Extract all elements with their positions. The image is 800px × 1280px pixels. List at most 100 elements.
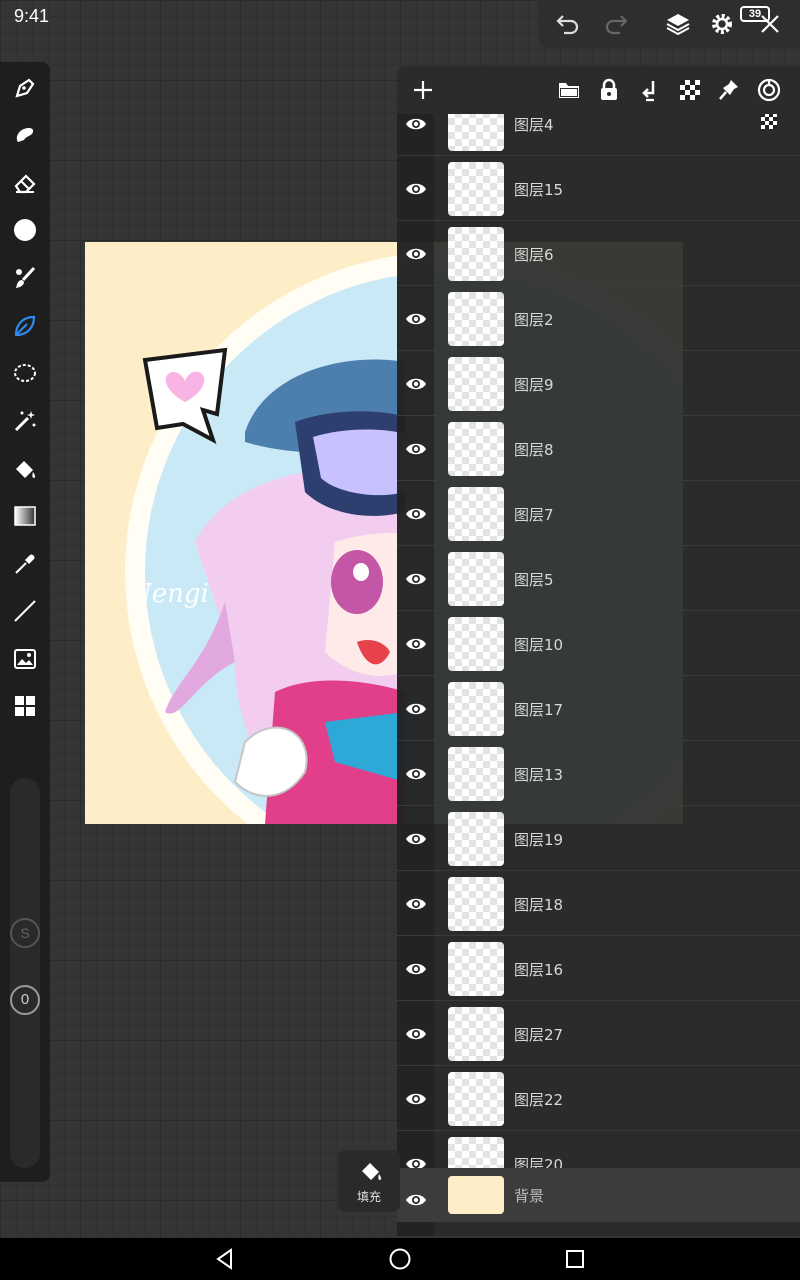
recents-icon[interactable] [563,1247,587,1271]
pen-icon[interactable] [9,72,41,104]
close-icon[interactable] [756,10,784,38]
merge-down-icon[interactable] [636,76,664,104]
layer-name: 图层18 [514,896,564,914]
eye-icon[interactable] [405,244,427,264]
navigation-bar [0,1238,800,1280]
layer-thumbnail [448,1007,504,1061]
eye-icon[interactable] [405,894,427,914]
grid-icon[interactable] [9,690,41,722]
layer-row[interactable]: 图层4 [397,114,800,156]
folder-icon[interactable] [555,76,583,104]
layer-row[interactable]: 图层13 [397,742,800,806]
eye-icon[interactable] [405,1024,427,1044]
eye-icon[interactable] [405,764,427,784]
layer-thumbnail [448,812,504,866]
fill-label: 填充 [356,1190,381,1204]
layer-thumbnail [448,1072,504,1126]
magic-wand-icon[interactable] [9,405,41,437]
fill-bucket-icon[interactable] [9,453,41,485]
layer-list: 图层4 图层15 图层6 图层2 图层9 图层8 图层7 图层5 图层10 图层17 图层13 图层1… [397,114,800,1168]
layers-panel: 图层4 图层15 图层6 图层2 图层9 图层8 图层7 图层5 图层10 图层17 图层13 图层1… [397,66,800,1236]
layer-thumbnail [448,357,504,411]
layer-name: 图层2 [514,311,554,329]
image-import-icon[interactable] [9,643,41,675]
leaf-brush-icon[interactable] [9,310,41,342]
background-layer-name: 背景 [514,1187,545,1205]
eraser-icon[interactable] [9,167,41,199]
background-layer-row[interactable]: 背景 [397,1168,800,1222]
transparency-lock-icon[interactable] [760,114,778,130]
eye-icon[interactable] [405,374,427,394]
artwork-signature: Nengi [128,579,209,609]
layer-row[interactable]: 图层19 [397,807,800,871]
layer-row[interactable]: 图层20 [397,1132,800,1168]
layer-row[interactable]: 图层6 [397,222,800,286]
layer-row[interactable]: 图层16 [397,937,800,1001]
lock-icon[interactable] [595,76,623,104]
layers-header [397,66,800,114]
eye-icon[interactable] [405,699,427,719]
layer-thumbnail [448,1137,504,1168]
eyedropper-icon[interactable] [9,548,41,580]
layer-thumbnail [448,292,504,346]
fill-button[interactable]: 填充 [338,1150,400,1212]
layer-thumbnail [448,617,504,671]
brush-icon[interactable] [9,262,41,294]
eye-icon[interactable] [405,829,427,849]
brush-size-slider[interactable] [10,778,40,1168]
layer-row[interactable]: 图层15 [397,157,800,221]
layer-name: 图层10 [514,636,564,654]
color-icon[interactable] [9,214,41,246]
settings-icon[interactable] [708,10,736,38]
layer-row[interactable]: 图层9 [397,352,800,416]
eye-icon[interactable] [405,179,427,199]
layer-thumbnail [448,942,504,996]
smoothing-button[interactable]: S [10,918,40,948]
layer-row[interactable]: 图层18 [397,872,800,936]
layer-row[interactable]: 图层8 [397,417,800,481]
add-layer-icon[interactable] [409,76,437,104]
layer-row[interactable]: 图层5 [397,547,800,611]
transparency-icon[interactable] [676,76,704,104]
layer-mode-icon[interactable] [755,76,783,104]
layer-name: 图层5 [514,571,554,589]
back-icon[interactable] [213,1247,237,1271]
eye-icon[interactable] [405,1190,427,1210]
line-icon[interactable] [9,595,41,627]
background-layer-thumbnail [448,1176,504,1214]
layer-name: 图层7 [514,506,554,524]
layer-thumbnail [448,552,504,606]
eye-icon[interactable] [405,1154,427,1168]
fill-bucket-icon [362,1163,382,1180]
home-icon[interactable] [388,1247,412,1271]
redo-icon[interactable] [602,10,630,38]
layer-thumbnail [448,487,504,541]
eye-icon[interactable] [405,569,427,589]
layer-name: 图层27 [514,1026,564,1044]
smudge-icon[interactable] [9,119,41,151]
eye-icon[interactable] [405,634,427,654]
layer-row[interactable]: 图层7 [397,482,800,546]
layer-row[interactable]: 图层17 [397,677,800,741]
eye-icon[interactable] [405,439,427,459]
undo-icon[interactable] [554,10,582,38]
layers-icon[interactable] [664,10,692,38]
status-time: 9:41 [14,6,50,26]
eye-icon[interactable] [405,309,427,329]
lasso-icon[interactable] [9,358,41,390]
layer-row[interactable]: 图层2 [397,287,800,351]
layer-name: 图层22 [514,1091,564,1109]
layer-name: 图层19 [514,831,564,849]
eye-icon[interactable] [405,1089,427,1109]
layer-thumbnail [448,422,504,476]
layer-row[interactable]: 图层10 [397,612,800,676]
opacity-value[interactable]: 0 [10,985,40,1015]
gradient-icon[interactable] [9,500,41,532]
eye-icon[interactable] [405,959,427,979]
pin-icon[interactable] [715,76,743,104]
layer-row[interactable]: 图层22 [397,1067,800,1131]
layer-thumbnail [448,682,504,736]
layer-row[interactable]: 图层27 [397,1002,800,1066]
eye-icon[interactable] [405,114,427,134]
eye-icon[interactable] [405,504,427,524]
